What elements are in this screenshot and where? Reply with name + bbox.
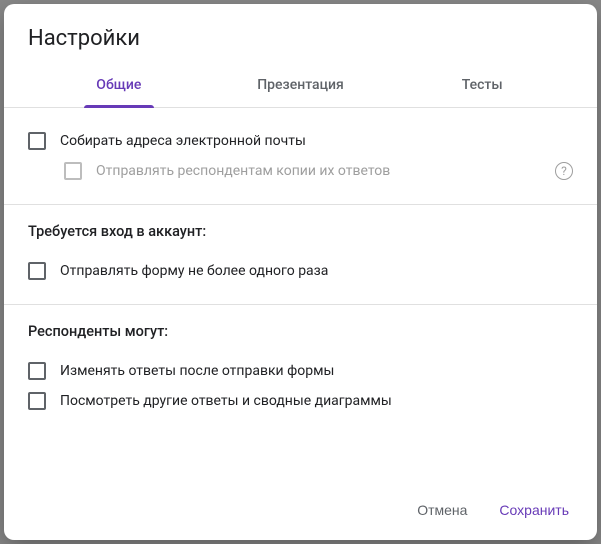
checkbox-collect-emails[interactable] [28,132,46,150]
checkbox-limit-once[interactable] [28,262,46,280]
dialog-title: Настройки [4,4,597,65]
checkbox-see-summary[interactable] [28,392,46,410]
modal-backdrop: Настройки Общие Презентация Тесты Собира… [0,0,601,544]
dialog-content: Собирать адреса электронной почты Отправ… [4,108,597,484]
row-see-summary: Посмотреть другие ответы и сводные диагр… [28,386,573,416]
label-limit-once: Отправлять форму не более одного раза [60,263,573,279]
dialog-footer: Отмена Сохранить [4,484,597,540]
section-sign-in-title: Требуется вход в аккаунт: [28,223,573,240]
label-see-summary: Посмотреть другие ответы и сводные диагр… [60,393,573,409]
help-icon[interactable]: ? [555,162,573,180]
save-button[interactable]: Сохранить [487,494,581,526]
tab-quizzes-label: Тесты [462,77,503,93]
row-edit-after: Изменять ответы после отправки формы [28,356,573,386]
row-send-copies: Отправлять респондентам копии их ответов… [28,156,573,186]
section-emails: Собирать адреса электронной почты Отправ… [4,108,597,205]
tab-general[interactable]: Общие [28,65,210,107]
label-edit-after: Изменять ответы после отправки формы [60,363,573,379]
cancel-button[interactable]: Отмена [405,494,479,526]
tab-presentation-label: Презентация [257,77,344,93]
tab-general-label: Общие [96,77,141,93]
row-collect-emails: Собирать адреса электронной почты [28,126,573,156]
label-collect-emails: Собирать адреса электронной почты [60,133,573,149]
checkbox-send-copies [64,162,82,180]
row-limit-once: Отправлять форму не более одного раза [28,256,573,286]
section-respondents: Респонденты могут: Изменять ответы после… [4,305,597,434]
help-icon-glyph: ? [561,164,567,178]
tab-quizzes[interactable]: Тесты [391,65,573,107]
section-respondents-title: Респонденты могут: [28,323,573,340]
tab-presentation[interactable]: Презентация [210,65,392,107]
tabs-bar: Общие Презентация Тесты [4,65,597,108]
checkbox-edit-after[interactable] [28,362,46,380]
label-send-copies: Отправлять респондентам копии их ответов [96,163,541,179]
section-sign-in: Требуется вход в аккаунт: Отправлять фор… [4,205,597,305]
settings-dialog: Настройки Общие Презентация Тесты Собира… [4,4,597,540]
